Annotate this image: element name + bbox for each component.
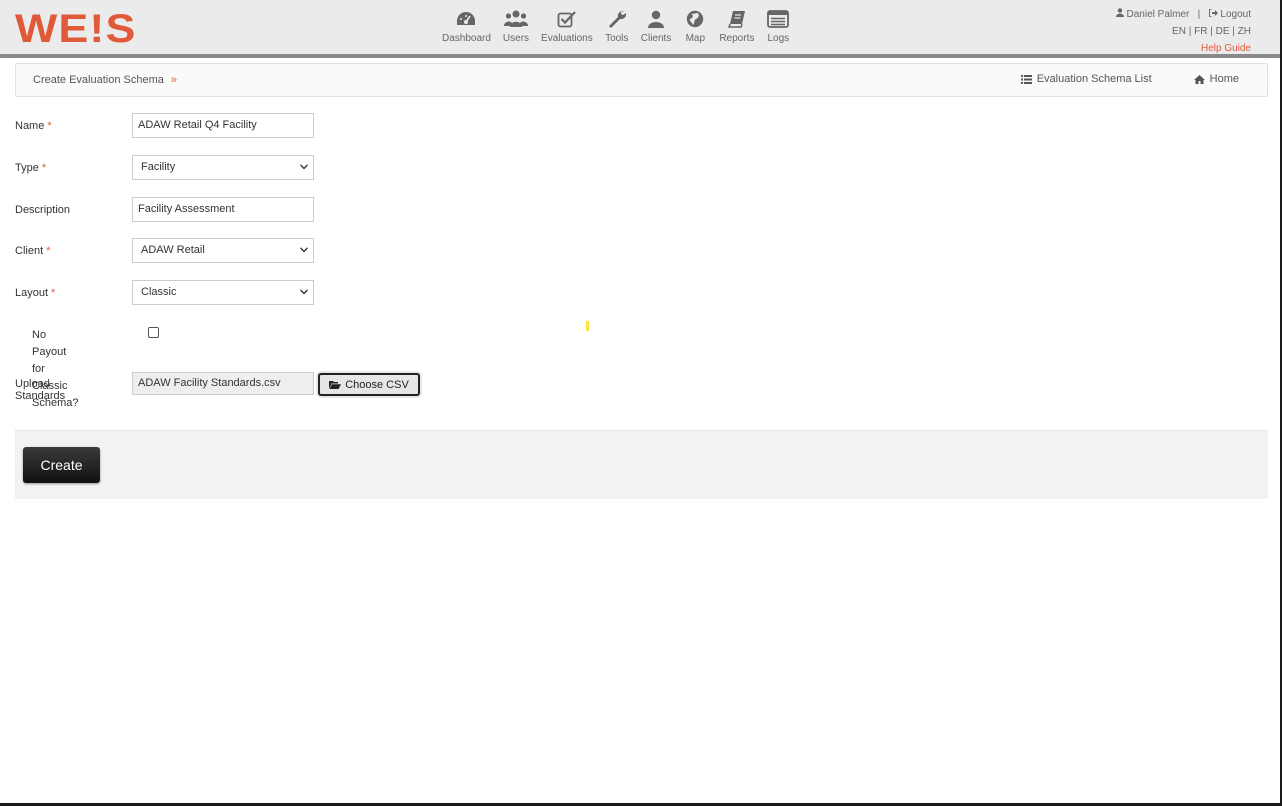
choose-csv-button[interactable]: Choose CSV <box>318 373 420 396</box>
description-input-value: Facility Assessment <box>138 203 235 215</box>
users-icon <box>503 8 528 30</box>
name-label: Name * <box>15 120 52 132</box>
breadcrumb-links: Evaluation Schema List Home <box>979 73 1239 85</box>
layout-label-text: Layout <box>15 287 49 299</box>
nav-users-label: Users <box>502 33 530 44</box>
nav-users[interactable]: Users <box>497 8 535 44</box>
breadcrumb-current: Create Evaluation Schema » <box>33 74 177 86</box>
lang-zh[interactable]: ZH <box>1238 26 1251 37</box>
folder-open-icon <box>329 381 342 389</box>
chevron-down-icon <box>300 289 308 295</box>
lang-de[interactable]: DE <box>1216 26 1230 37</box>
upload-label: Upload Standards <box>15 378 66 402</box>
cursor-marker <box>586 321 589 331</box>
book-icon <box>725 8 749 30</box>
user-separator: | <box>1197 9 1201 20</box>
choose-csv-label: Choose CSV <box>345 378 409 391</box>
upload-filename-field: ADAW Facility Standards.csv <box>132 372 314 395</box>
type-label: Type * <box>15 162 46 174</box>
nav-reports-label: Reports <box>719 33 755 44</box>
required-marker: * <box>46 245 51 257</box>
description-label: Description <box>15 204 71 216</box>
home-icon <box>1193 74 1205 84</box>
nav-dashboard[interactable]: Dashboard <box>436 8 497 44</box>
home-link[interactable]: Home <box>1193 73 1239 85</box>
description-input[interactable]: Facility Assessment <box>132 197 314 222</box>
top-header: WE!S Dashboard Users Evaluations Tools C… <box>0 0 1282 58</box>
wrench-icon <box>605 8 629 30</box>
layout-select[interactable]: Classic <box>132 280 314 305</box>
nav-evaluations-label: Evaluations <box>541 33 593 44</box>
lang-en[interactable]: EN <box>1172 26 1186 37</box>
required-marker: * <box>47 120 52 132</box>
app-logo[interactable]: WE!S <box>15 7 136 51</box>
nav-reports[interactable]: Reports <box>713 8 760 44</box>
user-name: Daniel Palmer <box>1126 9 1190 20</box>
client-label: Client * <box>15 245 50 257</box>
form-actions: Create <box>15 430 1268 499</box>
lang-fr[interactable]: FR <box>1194 26 1207 37</box>
name-input-value: ADAW Retail Q4 Facility <box>138 119 257 131</box>
type-select[interactable]: Facility <box>132 155 314 180</box>
logout-label: Logout <box>1220 9 1251 20</box>
help-guide-link[interactable]: Help Guide <box>1201 43 1251 54</box>
no-payout-checkbox[interactable] <box>148 327 159 338</box>
type-select-value: Facility <box>141 161 176 173</box>
nav-dashboard-label: Dashboard <box>442 33 491 44</box>
breadcrumb: Create Evaluation Schema » Evaluation Sc… <box>15 63 1268 97</box>
checkbox-icon <box>555 8 579 30</box>
logo-text-s: S <box>105 7 137 51</box>
chevron-down-icon <box>300 164 308 170</box>
logout-link[interactable]: Logout <box>1208 8 1251 20</box>
nav-map-label: Map <box>685 33 706 44</box>
home-label: Home <box>1209 73 1239 85</box>
name-input[interactable]: ADAW Retail Q4 Facility <box>132 113 314 138</box>
nav-clients-label: Clients <box>640 33 672 44</box>
user-panel: Daniel Palmer | Logout EN | FR | DE | ZH… <box>1115 6 1251 57</box>
nav-evaluations[interactable]: Evaluations <box>535 8 599 44</box>
nav-logs-label: Logs <box>767 33 790 44</box>
required-marker: * <box>41 162 47 174</box>
schema-list-link[interactable]: Evaluation Schema List <box>1020 73 1152 85</box>
nav-logs[interactable]: Logs <box>760 8 796 44</box>
type-label-text: Type <box>15 162 39 174</box>
nav-clients[interactable]: Clients <box>635 8 678 44</box>
user-icon <box>1115 8 1124 17</box>
page-title: Create Evaluation Schema <box>33 74 164 86</box>
list-icon <box>1020 74 1032 84</box>
nav-map[interactable]: Map <box>677 8 713 44</box>
name-label-text: Name <box>15 120 45 132</box>
required-marker: * <box>51 287 56 299</box>
schema-list-label: Evaluation Schema List <box>1036 73 1152 85</box>
logo-text-bang: ! <box>89 7 106 51</box>
create-button[interactable]: Create <box>23 447 100 483</box>
nav-tools[interactable]: Tools <box>599 8 635 44</box>
globe-icon <box>683 8 707 30</box>
list-window-icon <box>766 8 790 30</box>
user-menu[interactable]: Daniel Palmer <box>1115 8 1192 20</box>
language-switcher: EN | FR | DE | ZH <box>1172 26 1251 37</box>
breadcrumb-separator: » <box>170 74 178 86</box>
client-select-value: ADAW Retail <box>141 244 205 256</box>
logout-icon <box>1208 8 1218 18</box>
logo-text-we: WE <box>15 7 90 51</box>
layout-label: Layout * <box>15 287 55 299</box>
nav-tools-label: Tools <box>605 33 629 44</box>
layout-select-value: Classic <box>141 286 177 298</box>
user-icon <box>644 8 668 30</box>
upload-filename: ADAW Facility Standards.csv <box>138 377 281 389</box>
dashboard-icon <box>454 8 478 30</box>
no-payout-label-line1: No Payout for <box>32 329 67 375</box>
chevron-down-icon <box>300 247 308 253</box>
main-nav: Dashboard Users Evaluations Tools Client… <box>436 8 796 44</box>
client-select[interactable]: ADAW Retail <box>132 238 314 263</box>
client-label-text: Client <box>15 245 44 257</box>
create-button-label: Create <box>40 457 83 473</box>
user-line: Daniel Palmer | Logout <box>1115 6 1251 23</box>
